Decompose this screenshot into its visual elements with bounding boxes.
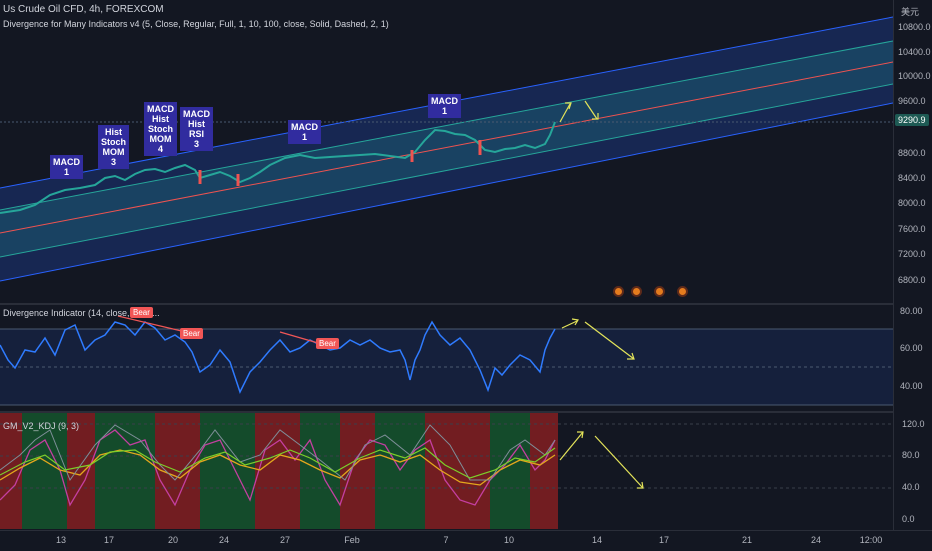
signal-marker: MACD Hist RSI 3 <box>180 107 213 151</box>
price-tick: 10400.0 <box>898 47 931 57</box>
time-tick: 10 <box>503 535 515 545</box>
time-tick: 13 <box>55 535 67 545</box>
signal-marker: Hist Stoch MOM 3 <box>98 125 130 169</box>
signal-marker: MACD 1 <box>50 155 83 179</box>
signal-marker: MACD Hist Stoch MOM 4 <box>144 102 177 156</box>
symbol-title[interactable]: Us Crude Oil CFD, 4h, FOREXCOM <box>3 4 164 16</box>
rsi-tick: 40.00 <box>900 381 923 391</box>
flag-icon[interactable] <box>631 286 642 297</box>
signal-marker: MACD 1 <box>428 94 461 118</box>
currency-label: 美元 <box>901 7 920 17</box>
flag-icon[interactable] <box>654 286 665 297</box>
projection-arrows-kdj <box>559 431 644 489</box>
time-tick: 14 <box>591 535 603 545</box>
time-tick: Feb <box>344 535 360 545</box>
time-tick: 24 <box>218 535 230 545</box>
time-tick: 12:00 <box>859 535 883 545</box>
price-axis[interactable]: 美元 10800.0 10400.0 10000.0 9600.0 8800.0… <box>893 0 932 530</box>
flag-icon[interactable] <box>613 286 624 297</box>
price-tick: 8400.0 <box>898 173 926 183</box>
price-tick: 9600.0 <box>898 96 926 106</box>
bear-label: Bear <box>180 328 203 339</box>
price-tick: 8800.0 <box>898 148 926 158</box>
price-tick: 6800.0 <box>898 275 926 285</box>
signal-marker: MACD 1 <box>288 120 321 144</box>
kdj-tick: 80.0 <box>902 450 920 460</box>
bear-label: Bear <box>130 307 153 318</box>
price-tick: 8000.0 <box>898 198 926 208</box>
time-tick: 24 <box>810 535 822 545</box>
time-tick: 7 <box>443 535 449 545</box>
time-axis[interactable]: 13 17 20 24 27 Feb 7 10 14 17 21 24 12:0… <box>0 530 932 551</box>
chart-canvas[interactable] <box>0 0 894 530</box>
time-tick: 17 <box>658 535 670 545</box>
chart-area[interactable] <box>0 0 894 530</box>
rsi-tick: 80.00 <box>900 306 923 316</box>
kdj-tick: 40.0 <box>902 482 920 492</box>
price-tick: 10800.0 <box>898 22 931 32</box>
rsi-tick: 60.00 <box>900 343 923 353</box>
time-tick: 21 <box>741 535 753 545</box>
price-tick: 7200.0 <box>898 249 926 259</box>
indicator-legend[interactable]: Divergence for Many Indicators v4 (5, Cl… <box>3 18 389 30</box>
time-tick: 27 <box>279 535 291 545</box>
price-tick: 10000.0 <box>898 71 931 81</box>
time-tick: 17 <box>103 535 115 545</box>
current-price-label: 9290.9 <box>895 114 929 126</box>
price-tick: 7600.0 <box>898 224 926 234</box>
kdj-title[interactable]: GM_V2_KDJ (9, 3) <box>3 420 79 432</box>
bear-label: Bear <box>316 338 339 349</box>
time-tick: 20 <box>167 535 179 545</box>
kdj-tick: 0.0 <box>902 514 915 524</box>
kdj-tick: 120.0 <box>902 419 925 429</box>
flag-icon[interactable] <box>677 286 688 297</box>
